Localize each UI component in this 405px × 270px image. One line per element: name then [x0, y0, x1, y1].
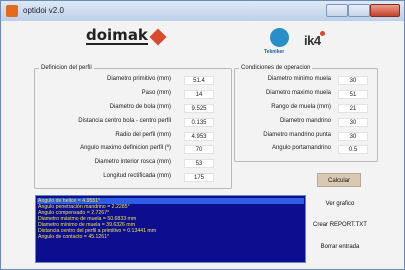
field-label: Distancia centro bola - centro perfil [78, 118, 171, 124]
app-icon [6, 5, 18, 17]
field-input[interactable]: 0.135 [184, 118, 214, 127]
field-input[interactable]: 70 [184, 145, 214, 154]
field-input[interactable]: 0.5 [338, 145, 368, 154]
perfil-group-title: Definicion del perfil [41, 65, 92, 71]
field-label: Rango de muela (mm) [271, 104, 331, 110]
field-label: Diametro de bola (mm) [109, 104, 171, 110]
ik4-logo: ik4 [304, 33, 321, 48]
close-button[interactable] [370, 4, 400, 17]
field-label: Diametro mandrino punta [263, 132, 331, 138]
title-bar: optidoi v2.0 [1, 1, 404, 21]
tekniker-logo-mark [270, 28, 289, 47]
field-input[interactable]: 51 [338, 90, 368, 99]
field-input[interactable]: 9.525 [184, 104, 214, 113]
field-input[interactable]: 21 [338, 104, 368, 113]
window-title: optidoi v2.0 [23, 6, 64, 15]
field-input[interactable]: 4.953 [184, 132, 214, 141]
field-label: Diametro maximo muela [265, 90, 331, 96]
field-label: Diametro primitivo (mm) [106, 76, 171, 82]
calcular-button[interactable]: Calcular [317, 173, 361, 187]
crear-report-button[interactable]: Crear REPORT.TXT [310, 218, 370, 232]
field-input[interactable]: 51.4 [184, 76, 214, 85]
field-label: Diametro minimo muela [267, 76, 331, 82]
field-input[interactable]: 30 [338, 118, 368, 127]
field-label: Radio del perfil (mm) [115, 132, 171, 138]
minimize-button[interactable] [326, 4, 348, 17]
output-line: Angulo de contacto = 45.1261° [38, 234, 110, 240]
ver-grafico-button[interactable]: Ver grafico [310, 197, 370, 211]
field-label: Longitud rectificada (mm) [103, 173, 171, 179]
ik4-logo-mark [320, 31, 325, 36]
field-label: Diametro interior rosca (mm) [94, 159, 171, 165]
doimak-logo: doimak [86, 26, 148, 45]
field-label: Diametro mandrino [279, 118, 331, 124]
maximize-button[interactable] [348, 4, 370, 17]
field-label: Paso (mm) [141, 90, 171, 96]
field-label: Angulo portamandrino [271, 145, 331, 151]
results-output[interactable]: Angulo de helice = 4.9551° Angulo penetr… [35, 195, 306, 263]
field-input[interactable]: 53 [184, 159, 214, 168]
tekniker-logo: Tekniker [264, 49, 285, 55]
field-input[interactable]: 14 [184, 90, 214, 99]
field-input[interactable]: 175 [184, 173, 214, 182]
operacion-group-title: Condiciones de operacion [241, 65, 311, 71]
field-input[interactable]: 30 [338, 132, 368, 141]
field-label: Angulo maximo definicion perfil (º) [80, 145, 171, 151]
app-window: optidoi v2.0 doimak Tekniker ik4 Definic… [0, 0, 405, 270]
field-input[interactable]: 30 [338, 76, 368, 85]
borrar-entrada-button[interactable]: Borrar entrada [310, 240, 370, 254]
